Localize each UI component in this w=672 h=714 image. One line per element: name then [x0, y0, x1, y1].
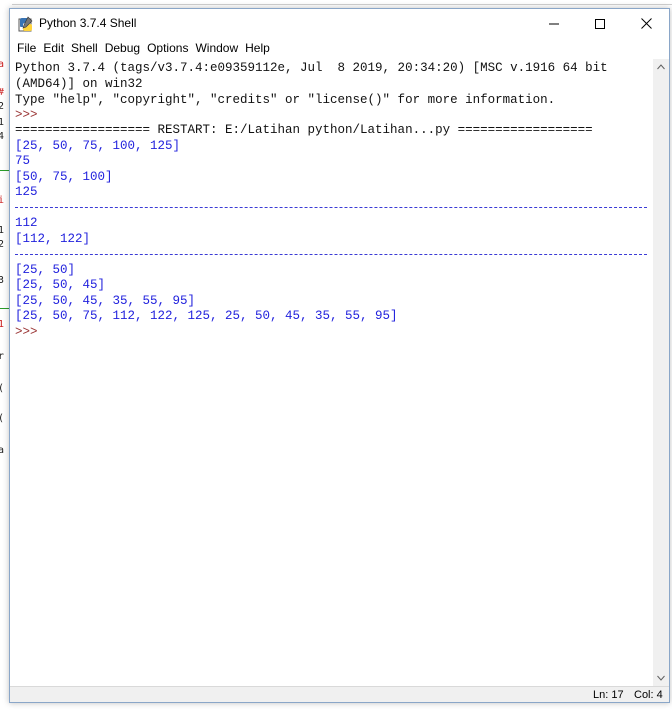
chevron-up-icon	[657, 64, 665, 70]
output-line: 75	[15, 154, 31, 168]
close-button[interactable]	[623, 9, 669, 38]
maximize-icon	[595, 18, 605, 29]
output-line: [50, 75, 100]	[15, 170, 113, 184]
maximize-button[interactable]	[577, 9, 623, 38]
background-code-fragment: 3	[0, 275, 5, 286]
status-line-number: Ln: 17	[593, 689, 624, 701]
status-bar: Ln: 17 Col: 4	[10, 686, 669, 702]
title-bar[interactable]: Python 3.7.4 Shell	[10, 9, 669, 38]
output-separator	[15, 207, 647, 208]
python-idle-icon	[18, 16, 34, 32]
shell-prompt: >>>	[15, 108, 38, 122]
window-title: Python 3.7.4 Shell	[39, 16, 137, 30]
output-line: [25, 50, 75, 112, 122, 125, 25, 50, 45, …	[15, 309, 398, 323]
minimize-button[interactable]	[531, 9, 577, 38]
output-line: [25, 50]	[15, 263, 76, 277]
background-code-fragment: a	[0, 59, 5, 70]
background-code-fragment: 1	[0, 225, 5, 236]
background-code-fragment: 2	[0, 239, 5, 250]
background-code-fragment: r	[0, 351, 5, 362]
background-code-fragment: (	[0, 414, 4, 424]
background-code-fragment: 1	[0, 319, 5, 330]
output-line: [25, 50, 45, 35, 55, 95]	[15, 294, 196, 308]
chevron-down-icon	[657, 675, 665, 681]
banner-line: (AMD64)] on win32	[15, 77, 143, 91]
background-code-fragment: 1	[0, 117, 5, 128]
output-line: [25, 50, 75, 100, 125]	[15, 139, 181, 153]
menu-help[interactable]: Help	[243, 41, 275, 55]
menu-bar: File Edit Shell Debug Options Window Hel…	[10, 38, 669, 58]
background-code-fragment: i	[0, 195, 5, 206]
vertical-scrollbar[interactable]	[653, 59, 669, 686]
output-line: [112, 122]	[15, 232, 91, 246]
menu-file[interactable]: File	[15, 41, 41, 55]
scroll-up-button[interactable]	[653, 59, 669, 75]
menu-edit[interactable]: Edit	[41, 41, 69, 55]
background-code-fragment: a	[0, 445, 5, 456]
shell-prompt: >>>	[15, 325, 38, 339]
restart-banner: ================== RESTART: E:/Latihan p…	[15, 123, 593, 137]
status-column-number: Col: 4	[634, 689, 663, 701]
menu-window[interactable]: Window	[193, 41, 243, 55]
background-code-fragment: 4	[0, 131, 5, 142]
background-code-fragment: 2	[0, 101, 5, 112]
python-shell-window: Python 3.7.4 Shell File Edit Shell Debug…	[9, 8, 670, 703]
banner-line: Type "help", "copyright", "credits" or "…	[15, 93, 556, 107]
menu-options[interactable]: Options	[145, 41, 193, 55]
minimize-icon	[549, 23, 559, 24]
banner-line: Python 3.7.4 (tags/v3.7.4:e09359112e, Ju…	[15, 61, 608, 75]
output-separator	[15, 254, 647, 255]
output-line: 125	[15, 185, 38, 199]
menu-shell[interactable]: Shell	[69, 41, 103, 55]
menu-debug[interactable]: Debug	[103, 41, 145, 55]
background-code-fragment: #	[0, 88, 4, 98]
background-code-fragment: (	[0, 384, 4, 394]
background-window-edge	[0, 0, 672, 5]
output-line: 112	[15, 216, 38, 230]
close-icon	[640, 18, 652, 29]
scroll-down-button[interactable]	[653, 670, 669, 686]
output-line: [25, 50, 45]	[15, 278, 106, 292]
shell-text-area[interactable]: Python 3.7.4 (tags/v3.7.4:e09359112e, Ju…	[10, 59, 653, 686]
